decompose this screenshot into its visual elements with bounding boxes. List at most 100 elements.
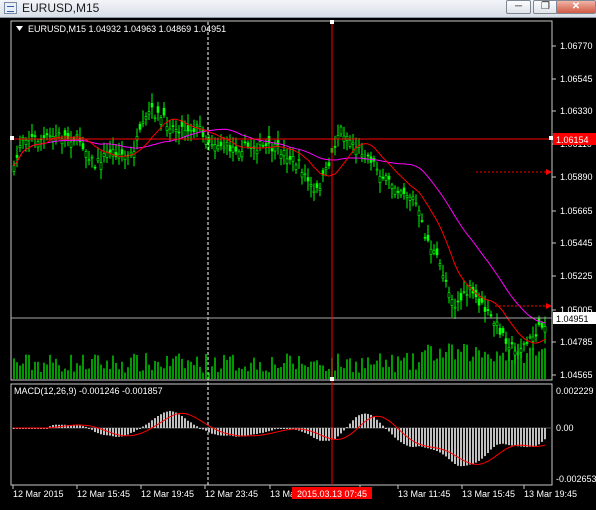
macd-bar: [469, 428, 471, 465]
close-button[interactable]: ✕: [556, 0, 596, 14]
macd-bar: [508, 428, 510, 446]
candle-body: [306, 177, 310, 182]
restore-button[interactable]: ❐: [533, 0, 558, 14]
price-tick-label: 1.06330: [560, 106, 593, 116]
crosshair-handle-left[interactable]: [10, 136, 14, 140]
chart-area[interactable]: EURUSD,M15 1.04932 1.04963 1.04869 1.049…: [0, 18, 596, 505]
macd-bar: [445, 428, 447, 457]
macd-bar: [499, 428, 501, 445]
time-tick-label: 13 Mar 15:45: [462, 489, 515, 499]
macd-bar: [259, 428, 261, 434]
candle-body: [135, 136, 139, 141]
macd-bar: [391, 428, 393, 435]
candle-body: [246, 142, 250, 147]
candle-body: [432, 250, 436, 254]
macd-bar: [133, 428, 135, 432]
candle-body: [42, 135, 46, 138]
macd-bar: [394, 428, 396, 438]
macd-bar: [169, 410, 171, 428]
candle-body: [309, 184, 313, 187]
candle-body: [510, 342, 514, 345]
macd-bar: [103, 428, 105, 435]
candle-body: [366, 154, 370, 157]
candle-body: [45, 133, 49, 136]
candle-body: [531, 336, 535, 342]
candle-body: [453, 306, 457, 309]
candle-body: [447, 292, 451, 299]
macd-bar: [337, 428, 339, 437]
candle-body: [201, 129, 205, 138]
macd-bar: [136, 428, 138, 430]
macd-bar: [160, 414, 162, 428]
candle-body: [63, 130, 67, 136]
macd-bar: [172, 411, 174, 428]
macd-bar: [217, 428, 219, 436]
candle-body: [429, 248, 433, 255]
macd-bar: [520, 428, 522, 447]
macd-bar: [451, 428, 453, 462]
candle-body: [396, 191, 400, 193]
price-tick-label: 1.05890: [560, 172, 593, 182]
time-tick-label: 12 Mar 23:45: [205, 489, 258, 499]
candle-body: [177, 131, 181, 134]
minimize-button[interactable]: ─: [506, 0, 531, 14]
candle-body: [444, 279, 448, 282]
macd-bar: [379, 422, 381, 428]
macd-bar: [283, 428, 285, 429]
time-tick-label: 12 Mar 2015: [13, 489, 64, 499]
candle-body: [282, 150, 286, 157]
candle-body: [450, 299, 454, 306]
chart-canvas[interactable]: EURUSD,M15 1.04932 1.04963 1.04869 1.049…: [0, 18, 596, 505]
macd-bar: [88, 427, 90, 429]
candle-body: [426, 234, 430, 241]
crosshair-handle-bottom[interactable]: [330, 377, 334, 381]
time-tick-label: 12 Mar 15:45: [77, 489, 130, 499]
macd-bar: [145, 424, 147, 428]
candle-body: [219, 141, 223, 147]
crosshair-handle-top[interactable]: [330, 20, 334, 24]
macd-bar: [250, 428, 252, 435]
candle-body: [297, 159, 301, 161]
candle-body: [102, 153, 106, 157]
candle-body: [207, 137, 211, 143]
macd-bar: [466, 428, 468, 466]
candle-body: [393, 187, 397, 195]
macd-bar: [367, 413, 369, 428]
candle-body: [216, 145, 220, 150]
main-pane-frame: [10, 20, 553, 381]
macd-bar: [289, 428, 291, 429]
candle-body: [288, 156, 292, 160]
macd-bar: [253, 428, 255, 435]
macd-bar: [421, 428, 423, 447]
candle-body: [237, 151, 241, 159]
macd-bar: [355, 417, 357, 428]
candle-body: [402, 187, 406, 194]
candle-body: [534, 334, 538, 337]
macd-bar: [526, 428, 528, 448]
macd-bar: [271, 428, 273, 431]
candle-body: [69, 141, 73, 148]
candle-body: [438, 263, 442, 267]
macd-bar: [187, 420, 189, 428]
ma-slow-line: [13, 128, 546, 324]
candle-body: [465, 294, 469, 296]
candle-body: [324, 167, 328, 170]
macd-bar: [514, 428, 516, 446]
macd-bar: [370, 414, 372, 428]
candle-body: [477, 298, 481, 306]
time-tick-label: 13 Mar 19:45: [524, 489, 577, 499]
macd-bar: [475, 428, 477, 463]
candle-body: [318, 188, 322, 192]
candle-body: [408, 196, 412, 201]
crosshair-handle-right[interactable]: [549, 136, 553, 140]
macd-bar: [538, 428, 540, 445]
candle-body: [378, 175, 382, 183]
macd-bar: [112, 428, 114, 437]
candle-body: [528, 336, 532, 339]
macd-bar: [382, 425, 384, 428]
candle-body: [303, 173, 307, 176]
menu-triangle-icon[interactable]: [16, 26, 23, 31]
macd-bar: [511, 428, 513, 446]
macd-bar: [166, 411, 168, 428]
macd-bar: [181, 416, 183, 428]
